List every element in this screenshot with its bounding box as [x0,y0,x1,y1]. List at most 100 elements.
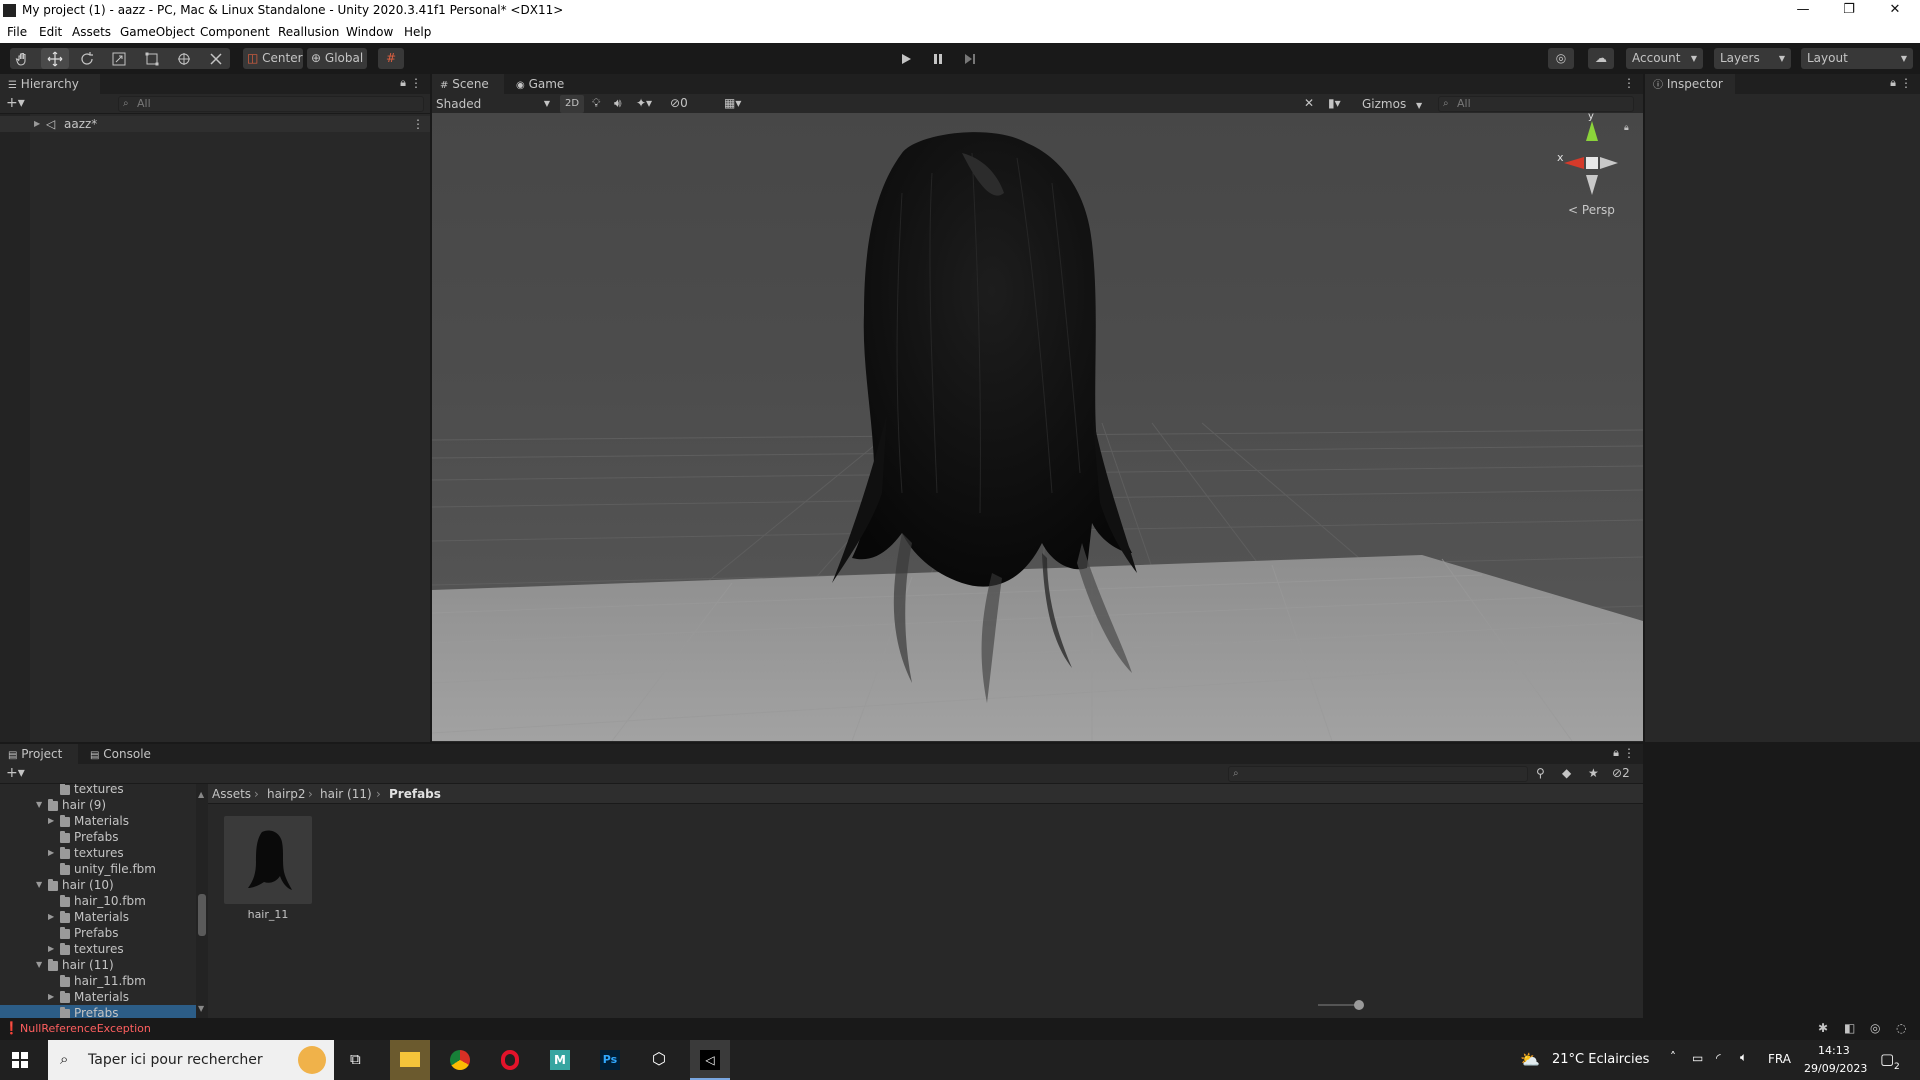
thumbnail-size-slider-handle[interactable] [1354,1000,1364,1010]
clock-time[interactable]: 14:13 [1818,1044,1850,1057]
scroll-down-arrow-icon[interactable]: ▼ [198,1004,204,1013]
show-hidden-icons-icon[interactable]: ˄ [1670,1050,1676,1064]
tab-inspector[interactable]: ⓘ Inspector [1645,74,1735,94]
gizmo-lock-icon[interactable]: 🔒︎ [1624,123,1629,133]
folder-tree-item[interactable]: Prefabs [0,1005,196,1018]
create-asset-button[interactable]: +▾ [6,765,25,781]
favorites-star-icon[interactable]: ★ [1588,766,1599,780]
audio-toggle-icon[interactable]: 🔊︎ [614,96,622,111]
expand-arrow-icon[interactable]: ▶ [48,989,58,1005]
debug-icon[interactable]: ✱ [1818,1021,1828,1035]
play-button[interactable] [892,48,920,69]
start-button[interactable] [12,1052,28,1071]
snap-grid-button[interactable]: # [378,48,404,69]
more-options-icon[interactable]: ⋮ [410,76,422,90]
menu-window[interactable]: Window [346,25,393,39]
more-options-icon[interactable]: ⋮ [1623,746,1635,760]
more-options-icon[interactable]: ⋮ [1623,76,1635,90]
add-object-button[interactable]: +▾ [6,95,25,111]
projection-toggle[interactable]: < Persp [1568,203,1615,217]
breadcrumb-hair-11[interactable]: hair (11) [320,787,372,801]
folder-tree-item[interactable]: Prefabs [0,829,196,845]
taskbar-unity-hub[interactable]: ⬡ [640,1040,680,1080]
menu-component[interactable]: Component [200,25,270,39]
tab-hierarchy[interactable]: ☰ Hierarchy [0,74,100,94]
tab-console[interactable]: ▤ Console [82,744,162,764]
status-error-message[interactable]: NullReferenceException [20,1022,151,1035]
scroll-up-arrow-icon[interactable]: ▲ [198,790,204,799]
search-by-label-icon[interactable]: ◆ [1562,766,1571,780]
input-language[interactable]: FRA [1768,1052,1791,1066]
thumbnail-size-slider[interactable] [1318,1000,1364,1010]
asset-item[interactable]: hair_11 [224,816,314,926]
folder-tree-item[interactable]: ▼ hair (10) [0,877,196,893]
notification-center-icon[interactable]: ▢ [1880,1050,1894,1068]
folder-tree-item[interactable]: unity_file.fbm [0,861,196,877]
menu-reallusion[interactable]: Reallusion [278,25,339,39]
menu-gameobject[interactable]: GameObject [120,25,195,39]
expand-arrow-icon[interactable]: ▶ [48,845,58,861]
rotate-tool-button[interactable] [74,48,100,69]
tab-game[interactable]: ◉ Game [508,74,574,94]
device-icon[interactable]: ▭ [1692,1051,1703,1065]
tree-scrollbar-track[interactable]: ▲ ▼ [196,784,208,1018]
folder-tree-item[interactable]: ▶ textures [0,845,196,861]
rect-tool-button[interactable] [139,48,165,69]
folder-tree-item[interactable]: hair_10.fbm [0,893,196,909]
collab-button[interactable]: ◎ [1548,48,1574,69]
lighting-toggle-icon[interactable]: 💡︎ [592,96,600,111]
transform-tool-button[interactable] [171,48,197,69]
taskbar-opera[interactable] [490,1040,530,1080]
folder-tree-item[interactable]: ▶ Materials [0,989,196,1005]
layout-dropdown[interactable]: Layout ▼ [1801,48,1913,69]
grid-toggle-icon[interactable]: ▦▾ [724,96,741,110]
folder-tree-item[interactable]: ▶ Materials [0,909,196,925]
account-dropdown[interactable]: Account ▼ [1626,48,1703,69]
pause-button[interactable] [924,48,952,69]
expand-arrow-icon[interactable]: ▶ [48,909,58,925]
effects-toggle-icon[interactable]: ✦▾ [636,96,652,110]
breadcrumb-hairp2[interactable]: hairp2 [267,787,305,801]
hierarchy-scene-row[interactable]: ▶ ◁ aazz* ⋮ [0,116,430,132]
gizmos-dropdown[interactable]: Gizmos ▼ [1362,95,1422,113]
tab-project[interactable]: ▤ Project [0,744,78,764]
minimize-button[interactable]: — [1780,0,1826,22]
expand-arrow-icon[interactable]: ▶ [48,813,58,829]
pivot-mode-button[interactable]: ◫ Center [243,48,303,69]
scene-search-input[interactable]: ⌕ All [1438,96,1634,112]
tools-icon[interactable]: ✕ [1304,96,1314,110]
taskbar-search-box[interactable]: ⌕ Taper ici pour rechercher [48,1040,334,1080]
camera-icon[interactable]: ▮▾ [1328,96,1341,110]
menu-help[interactable]: Help [404,25,431,39]
cache-icon[interactable]: ◧ [1844,1021,1855,1035]
volume-icon[interactable]: 🔈︎ [1740,1050,1747,1065]
lock-icon[interactable]: 🔒︎ [400,76,406,90]
search-by-type-icon[interactable]: ⚲ [1536,766,1545,780]
folder-tree-item[interactable]: ▼ hair (9) [0,797,196,813]
pivot-space-button[interactable]: ⊕ Global [307,48,367,69]
move-tool-button[interactable] [41,48,69,69]
folder-tree-item[interactable]: Prefabs [0,925,196,941]
layers-dropdown[interactable]: Layers ▼ [1714,48,1791,69]
folder-tree-item[interactable]: ▼ hair (11) [0,957,196,973]
hidden-packages-icon[interactable]: ⊘2 [1612,766,1630,780]
hand-tool-button[interactable] [10,48,36,69]
task-view-icon[interactable]: ⧉ [350,1050,361,1068]
breadcrumb-assets[interactable]: Assets [212,787,251,801]
progress-icon[interactable]: ◌ [1896,1021,1906,1035]
taskbar-chrome[interactable] [440,1040,480,1080]
menu-file[interactable]: File [7,25,27,39]
folder-tree-item[interactable]: hair_11.fbm [0,973,196,989]
toggle-2d-button[interactable]: 2D [560,95,584,113]
taskbar-file-explorer[interactable] [390,1040,430,1080]
tree-scrollbar-thumb[interactable] [198,894,206,936]
expand-arrow-icon[interactable]: ▼ [36,957,46,973]
step-button[interactable] [956,48,984,69]
expand-arrow-icon[interactable]: ▶ [48,941,58,957]
menu-assets[interactable]: Assets [72,25,111,39]
hidden-objects-icon[interactable]: ⊘0 [670,96,688,110]
project-search-input[interactable]: ⌕ [1228,766,1528,782]
weather-label[interactable]: 21°C Eclaircies [1552,1052,1649,1067]
expand-arrow-icon[interactable]: ▶ [34,116,40,132]
folder-tree-item[interactable]: ▶ textures [0,941,196,957]
